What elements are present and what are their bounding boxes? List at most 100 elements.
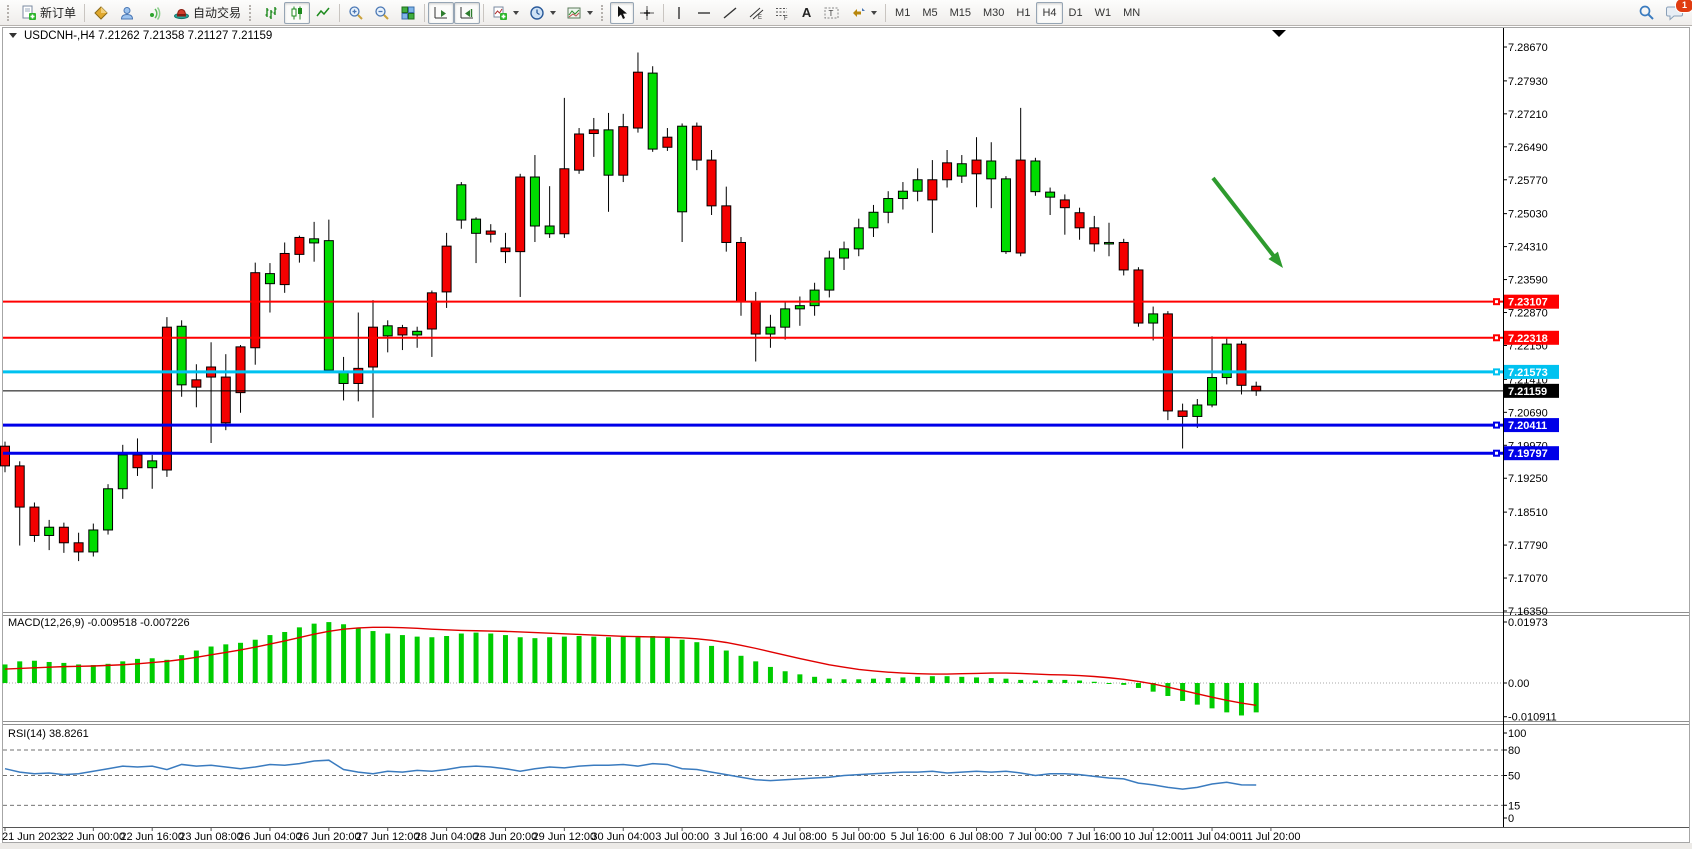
periods-button[interactable] <box>524 2 561 24</box>
vertical-line-button[interactable] <box>667 2 691 24</box>
auto-scroll-button[interactable] <box>428 2 454 24</box>
toolbar: 新订单 <box>0 0 1692 26</box>
dropdown-arrow <box>871 11 877 15</box>
timeframe-button-W1[interactable]: W1 <box>1089 2 1118 24</box>
candle-bull <box>987 161 996 179</box>
crosshair-button[interactable] <box>634 2 660 24</box>
metaeditor-button[interactable] <box>88 2 114 24</box>
price-tick-label: 7.24310 <box>1508 242 1548 254</box>
rsi-axis-label: 80 <box>1508 745 1520 757</box>
signals-button[interactable] <box>141 2 168 24</box>
time-tick-label: 28 Jun 04:00 <box>415 831 479 843</box>
macd-histogram-bar <box>415 637 420 683</box>
bar-chart-button[interactable] <box>258 2 284 24</box>
zoom-out-button[interactable] <box>369 2 395 24</box>
candle-bear <box>295 237 304 254</box>
timeframe-button-H1[interactable]: H1 <box>1010 2 1036 24</box>
new-order-button[interactable]: 新订单 <box>16 2 81 24</box>
tile-windows-button[interactable] <box>395 2 421 24</box>
separator <box>84 4 85 22</box>
candle-bull <box>810 290 819 306</box>
candle-bull <box>604 130 613 175</box>
timeframe-button-H4[interactable]: H4 <box>1036 2 1062 24</box>
candle-bull <box>678 126 687 212</box>
candle-bear <box>1090 228 1099 244</box>
candle-bull <box>884 199 893 213</box>
channel-button[interactable]: E <box>743 2 769 24</box>
community-button[interactable] <box>114 2 141 24</box>
macd-histogram-bar <box>1092 682 1097 683</box>
macd-histogram-bar <box>194 651 199 683</box>
zoom-in-button[interactable] <box>343 2 369 24</box>
status-strip <box>0 843 1692 849</box>
trendline-button[interactable] <box>717 2 743 24</box>
candle-bull <box>457 185 466 220</box>
time-tick-label: 5 Jul 00:00 <box>832 831 886 843</box>
timeframe-button-M1[interactable]: M1 <box>889 2 916 24</box>
candle-bear <box>501 248 510 252</box>
arrows-button[interactable] <box>845 2 882 24</box>
candle-bull <box>1001 179 1010 252</box>
timeframe-button-M15[interactable]: M15 <box>944 2 977 24</box>
timeframe-button-MN[interactable]: MN <box>1117 2 1146 24</box>
cursor-button[interactable] <box>610 2 634 24</box>
clock-icon <box>529 5 545 21</box>
text-icon: A <box>802 5 811 20</box>
candle-bear <box>133 455 142 468</box>
candle-bear <box>722 206 731 243</box>
macd-histogram-bar <box>1033 681 1038 683</box>
chart-shift-button[interactable] <box>454 2 480 24</box>
indicators-button[interactable] <box>487 2 524 24</box>
macd-histogram-bar <box>282 632 287 683</box>
macd-histogram-bar <box>1077 681 1082 683</box>
macd-axis-label: 0.00 <box>1508 678 1529 690</box>
rsi-axis-label: 0 <box>1508 813 1514 825</box>
text-button[interactable]: A <box>795 2 818 24</box>
templates-button[interactable] <box>561 2 598 24</box>
svg-text:F: F <box>784 16 788 21</box>
time-tick-label: 26 Jun 04:00 <box>238 831 302 843</box>
timeframe-button-M5[interactable]: M5 <box>916 2 943 24</box>
macd-histogram-bar <box>106 664 111 683</box>
candle-bear <box>516 177 525 252</box>
macd-histogram-bar <box>989 678 994 683</box>
price-tick-label: 7.17790 <box>1508 540 1548 552</box>
toolbar-grip <box>7 5 13 21</box>
timeframe-button-D1[interactable]: D1 <box>1063 2 1089 24</box>
candle-bull <box>530 177 539 226</box>
chart-area[interactable]: 7.286707.279307.272107.264907.257707.250… <box>0 0 1692 849</box>
price-tag-label: 7.22318 <box>1508 333 1548 345</box>
separator <box>424 4 425 22</box>
macd-histogram-bar <box>1048 680 1053 683</box>
text-label-button[interactable]: T <box>818 2 845 24</box>
macd-histogram-bar <box>356 628 361 683</box>
macd-histogram-bar <box>1224 683 1229 712</box>
timeframe-group: M1M5M15M30H1H4D1W1MN <box>889 2 1146 24</box>
candlestick-chart-button[interactable] <box>284 2 310 24</box>
macd-histogram-bar <box>945 676 950 683</box>
macd-histogram-bar <box>665 637 670 683</box>
notification-badge[interactable]: 1 <box>1675 0 1692 13</box>
macd-histogram-bar <box>1180 683 1185 701</box>
candle-bull <box>869 212 878 228</box>
line-chart-button[interactable] <box>310 2 336 24</box>
macd-histogram-bar <box>709 646 714 683</box>
candle-bear <box>236 347 245 393</box>
macd-histogram-bar <box>3 664 8 683</box>
timeframe-button-M30[interactable]: M30 <box>977 2 1010 24</box>
line-chart-icon <box>315 5 331 21</box>
candle-bear <box>30 507 39 535</box>
fibonacci-button[interactable]: F <box>769 2 795 24</box>
tile-windows-icon <box>400 5 416 21</box>
candle-bull <box>766 327 775 334</box>
time-tick-label: 21 Jun 2023 <box>2 831 63 843</box>
macd-histogram-bar <box>591 637 596 683</box>
macd-histogram-bar <box>267 635 272 683</box>
candle-bull <box>177 326 186 385</box>
line-end-marker-inner <box>1495 452 1498 455</box>
autotrading-button[interactable]: 自动交易 <box>168 2 246 24</box>
candle-bull <box>89 530 98 552</box>
zoom-out-icon <box>374 5 390 21</box>
horizontal-line-button[interactable] <box>691 2 717 24</box>
search-button[interactable] <box>1633 2 1660 24</box>
